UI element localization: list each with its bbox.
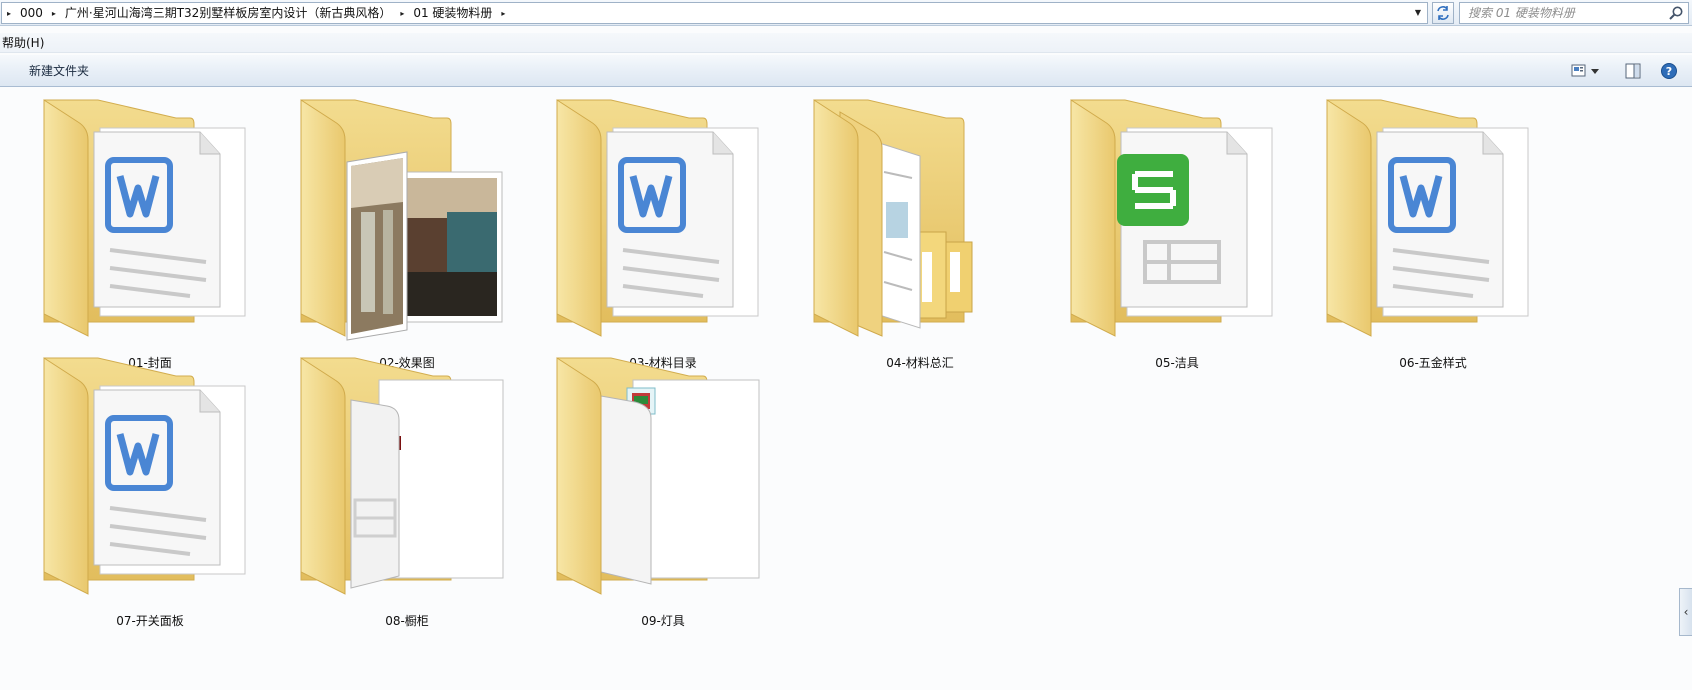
search-input[interactable] (1460, 3, 1660, 23)
chevron-right-icon[interactable]: ▸ (496, 3, 510, 23)
chevron-down-icon[interactable] (1590, 62, 1600, 80)
folder-photos-icon (300, 99, 503, 341)
folder-name: 07-开关面板 (116, 614, 184, 628)
address-bar: ▸ 000 ▸ 广州·星河山海湾三期T32别墅样板房室内设计（新古典风格） ▸ … (0, 0, 1692, 26)
help-icon[interactable]: ? (1660, 62, 1678, 80)
folder-word-icon (43, 99, 246, 337)
folder-word-icon (43, 357, 246, 595)
folder-item[interactable]: 04-材料总汇 (800, 92, 1040, 370)
breadcrumb[interactable]: ▸ 000 ▸ 广州·星河山海湾三期T32别墅样板房室内设计（新古典风格） ▸ … (1, 2, 1428, 24)
chevron-down-icon[interactable]: ▼ (1411, 6, 1425, 20)
refresh-button[interactable] (1432, 2, 1454, 24)
folder-item[interactable]: 06-五金样式 (1313, 92, 1553, 370)
folder-documents-icon (556, 357, 760, 595)
folder-documents-icon (813, 99, 973, 337)
folder-item[interactable]: 01-封面 (30, 92, 270, 370)
chevron-left-icon: ‹ (1683, 605, 1689, 619)
collapse-pane-button[interactable]: ‹ (1679, 588, 1692, 636)
refresh-icon (1437, 6, 1449, 20)
folder-name: 04-材料总汇 (886, 356, 954, 370)
folder-item[interactable]: 08-橱柜 (287, 350, 527, 628)
folder-item[interactable]: 05-洁具 (1057, 92, 1297, 370)
folder-item[interactable]: 09-灯具 (543, 350, 783, 628)
file-list: 01-封面 02-效果图 03-材料目录 04-材料总汇 05-洁具 06-五金… (0, 88, 1692, 690)
search-box (1459, 2, 1689, 24)
change-view-icon[interactable] (1570, 62, 1588, 80)
folder-name: 05-洁具 (1155, 356, 1199, 370)
menu-help[interactable]: 帮助(H) (2, 35, 44, 51)
folder-documents-icon (300, 357, 504, 595)
folder-name: 08-橱柜 (385, 614, 429, 628)
folder-spreadsheet-icon (1070, 99, 1273, 337)
search-icon[interactable] (1668, 5, 1684, 21)
folder-item[interactable]: 07-开关面板 (30, 350, 270, 628)
chevron-right-icon[interactable]: ▸ (395, 3, 409, 23)
breadcrumb-item-project[interactable]: 广州·星河山海湾三期T32别墅样板房室内设计（新古典风格） (61, 3, 395, 23)
folder-item[interactable]: 02-效果图 (287, 92, 527, 370)
folder-name: 09-灯具 (641, 614, 685, 628)
chevron-right-icon[interactable]: ▸ (47, 3, 61, 23)
breadcrumb-item-current[interactable]: 01 硬装物料册 (409, 3, 496, 23)
new-folder-button[interactable]: 新建文件夹 (22, 61, 96, 81)
chevron-right-icon[interactable]: ▸ (2, 3, 16, 23)
folder-name: 06-五金样式 (1399, 356, 1467, 370)
folder-word-icon (556, 99, 759, 337)
menu-bar: 帮助(H) (0, 33, 1692, 53)
svg-text:?: ? (1666, 65, 1672, 78)
folder-item[interactable]: 03-材料目录 (543, 92, 783, 370)
folder-word-icon (1326, 99, 1529, 337)
breadcrumb-item-root[interactable]: 000 (16, 3, 47, 23)
preview-pane-icon[interactable] (1624, 62, 1642, 80)
command-bar: 新建文件夹 ? (0, 55, 1692, 87)
